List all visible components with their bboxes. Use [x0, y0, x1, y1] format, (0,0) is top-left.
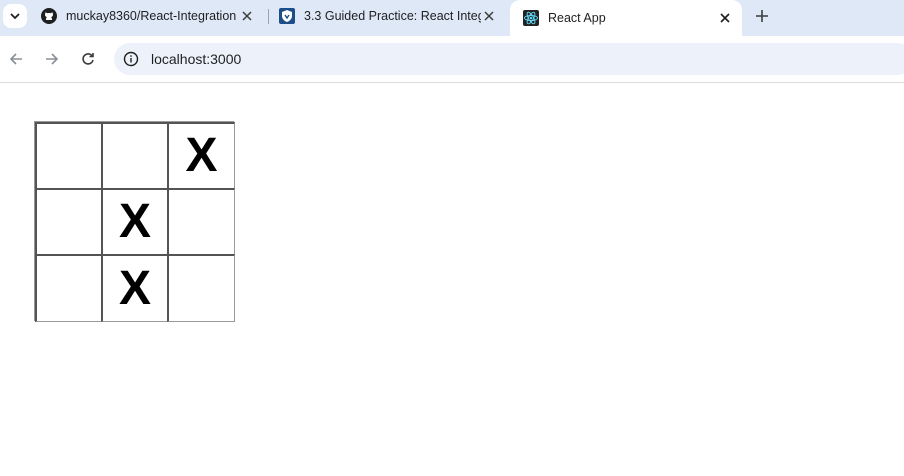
close-icon[interactable]	[717, 10, 733, 26]
board-square[interactable]: X	[167, 122, 235, 190]
board-square[interactable]: X	[101, 254, 169, 322]
tab-title: React App	[548, 11, 606, 25]
browser-toolbar: localhost:3000	[0, 36, 904, 83]
tic-tac-toe-board: X X X	[34, 121, 235, 322]
tab-strip: muckay8360/React-Integration 3.3 Guided …	[0, 0, 904, 36]
back-button[interactable]	[4, 47, 28, 71]
arrow-right-icon	[46, 53, 59, 65]
new-tab-button[interactable]	[750, 4, 774, 28]
react-icon	[523, 10, 539, 26]
arrow-left-icon	[9, 53, 22, 65]
address-text: localhost:3000	[151, 51, 242, 67]
plus-icon	[756, 10, 768, 22]
tab-title: muckay8360/React-Integration	[66, 9, 237, 23]
board-square[interactable]	[167, 188, 235, 256]
board-square[interactable]	[101, 122, 169, 190]
reload-icon	[82, 53, 94, 65]
tab-github[interactable]: muckay8360/React-Integration	[28, 0, 264, 32]
close-icon[interactable]	[481, 8, 497, 24]
reload-button[interactable]	[76, 47, 100, 71]
board-square[interactable]	[35, 188, 103, 256]
board-square[interactable]	[35, 122, 103, 190]
board-square[interactable]	[167, 254, 235, 322]
shield-icon	[279, 8, 295, 24]
tab-title: 3.3 Guided Practice: React Integ	[304, 9, 481, 23]
address-bar[interactable]: localhost:3000	[114, 43, 904, 75]
tab-react-app[interactable]: React App	[510, 0, 742, 36]
chevron-down-icon	[10, 13, 20, 20]
tab-guided-practice[interactable]: 3.3 Guided Practice: React Integ	[266, 0, 506, 32]
forward-button[interactable]	[40, 47, 64, 71]
board-square[interactable]: X	[101, 188, 169, 256]
close-icon[interactable]	[239, 8, 255, 24]
info-icon[interactable]	[122, 50, 140, 68]
tab-search-button[interactable]	[3, 4, 27, 28]
github-icon	[41, 8, 57, 24]
board-square[interactable]	[35, 254, 103, 322]
